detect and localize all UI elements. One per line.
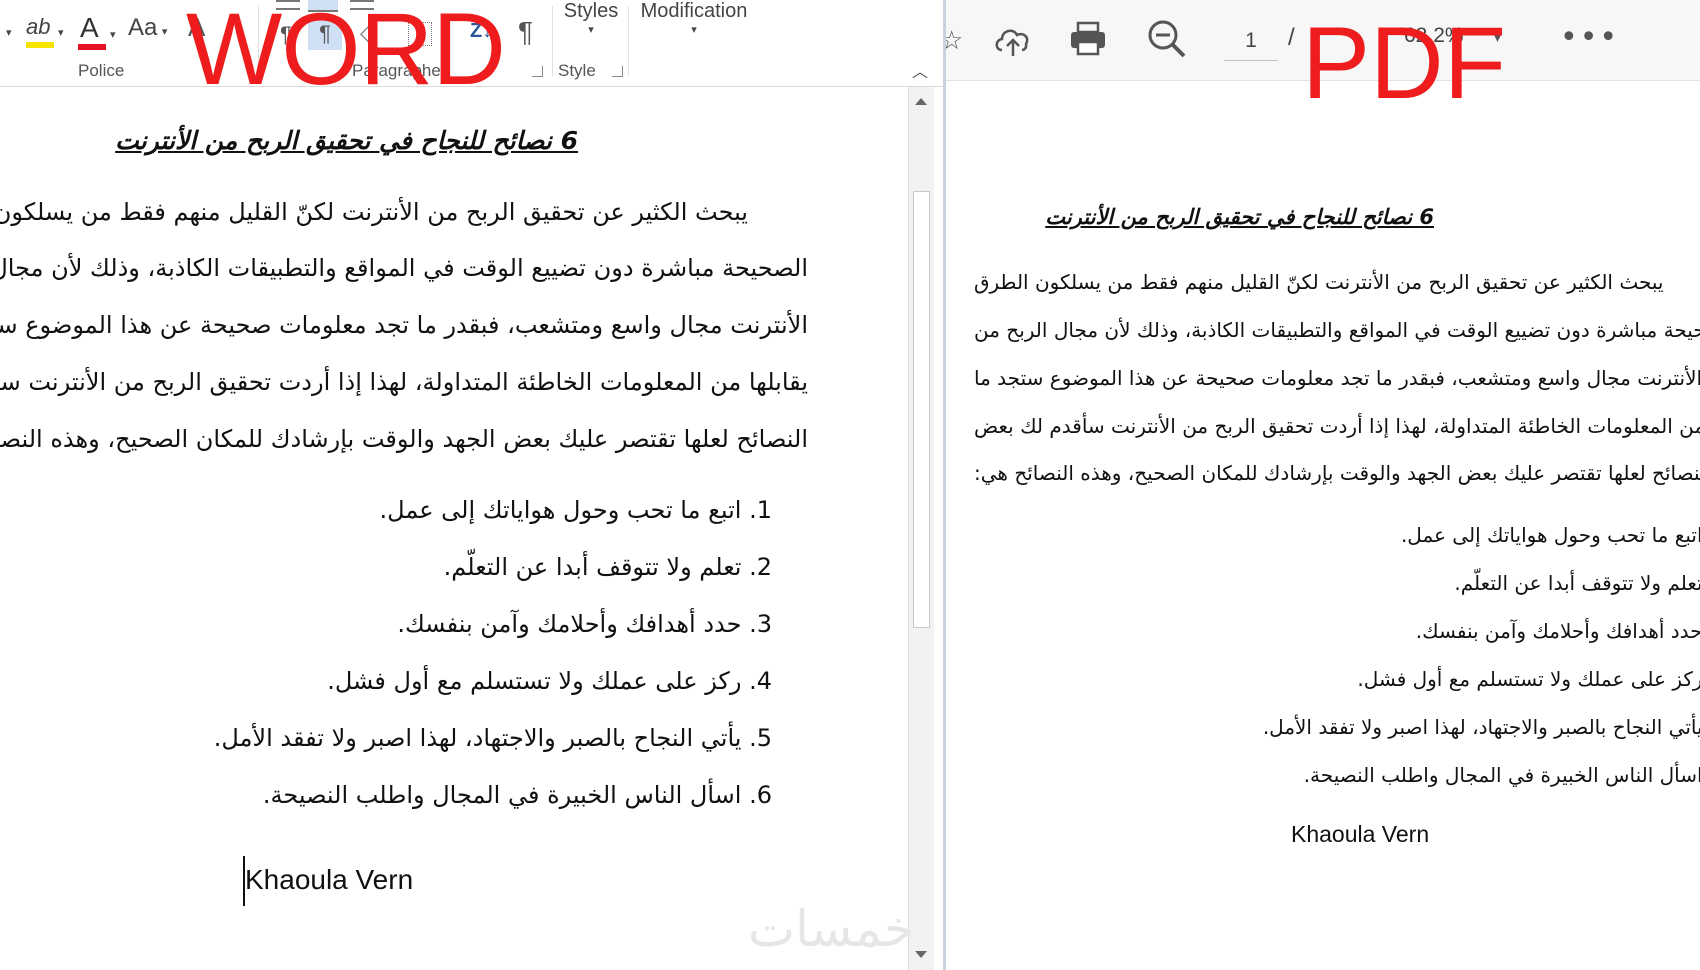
list-item: 2. تعلم ولا تتوقف أبدا عن التعلّم. [443, 553, 772, 581]
dropdown-arrow-icon: ▾ [110, 29, 116, 41]
paragraph-line: يقابلها من المعلومات الخاطئة المتداولة، … [974, 414, 1700, 438]
scroll-down-icon[interactable] [915, 951, 927, 958]
signature: Khaoula Vern [245, 864, 414, 895]
font-color-button[interactable]: A ▾ [76, 12, 120, 52]
style-group-label: Style [558, 61, 596, 80]
font-color-icon: A [80, 12, 99, 43]
paragraph-line: الأنترنت مجال واسع ومتشعب، فبقدر ما تجد … [974, 366, 1700, 390]
editing-button[interactable]: Modification ▾ [634, 0, 754, 46]
dropdown-arrow-icon: ▾ [588, 24, 594, 36]
paragraph-line: يبحث الكثير عن تحقيق الربح من الأنترنت ل… [0, 198, 748, 226]
highlighter-icon: ab [26, 14, 51, 39]
scroll-up-icon[interactable] [915, 98, 927, 105]
ribbon-separator [628, 6, 629, 76]
more-options-icon[interactable]: ••• [1560, 20, 1619, 55]
paragraph-line: النصائح لعلها تقتصر عليك بعض الجهد والوق… [0, 425, 808, 453]
dropdown-arrow-icon: ▾ [58, 27, 64, 39]
cloud-upload-icon[interactable] [992, 20, 1034, 58]
styles-button[interactable]: Styles ▾ [562, 0, 620, 46]
list-item: 6. اسأل الناس الخبيرة في المجال واطلب ال… [262, 781, 772, 809]
dropdown-arrow-icon: ▾ [161, 26, 168, 38]
show-paragraph-marks-icon[interactable]: ¶ [518, 16, 533, 48]
page-number-input[interactable]: 1 [1224, 22, 1278, 61]
signature: Khaoula Vern [1291, 821, 1430, 847]
paragraph-line: يقابلها من المعلومات الخاطئة المتداولة، … [0, 368, 808, 396]
styles-button-label: Styles [563, 0, 619, 22]
style-dialog-launcher-icon[interactable] [612, 66, 623, 77]
word-overlay-label: WORD [186, 0, 506, 106]
change-case-button[interactable]: Aa ▾ [128, 14, 178, 50]
font-color-bar [78, 44, 106, 50]
paragraph-dialog-launcher-icon[interactable] [532, 66, 543, 77]
text-highlight-color-button[interactable]: ▾ ab ▾ [6, 14, 66, 50]
paragraph-line: الصحيحة مباشرة دون تضييع الوقت في المواق… [974, 318, 1700, 342]
vertical-scrollbar[interactable] [908, 87, 934, 970]
word-panel: ▾ ab ▾ A ▾ Aa ▾ A Police ¶ ¶ ◇ Z↓ ¶ Para… [0, 0, 943, 970]
document-title: 6 نصائح للنجاح في تحقيق الربح من الأنترن… [1045, 205, 1434, 229]
editing-button-label: Modification [640, 0, 748, 22]
paragraph-line: النصائح لعلها تقتصر عليك بعض الجهد والوق… [974, 461, 1700, 485]
paragraph-line: الأنترنت مجال واسع ومتشعب، فبقدر ما تجد … [0, 311, 808, 339]
list-item: 6. اسأل الناس الخبيرة في المجال واطلب ال… [1303, 763, 1700, 787]
word-ribbon: ▾ ab ▾ A ▾ Aa ▾ A Police ¶ ¶ ◇ Z↓ ¶ Para… [0, 0, 943, 100]
scrollbar-thumb[interactable] [913, 191, 930, 628]
list-item: 4. ركز على عملك ولا تستسلم مع أول فشل. [1357, 667, 1700, 691]
list-item: 3. حدد أهدافك وأحلامك وآمن بنفسك. [397, 610, 772, 638]
paragraph-line: يبحث الكثير عن تحقيق الربح من الأنترنت ل… [974, 270, 1664, 294]
paragraph-line: الصحيحة مباشرة دون تضييع الوقت في المواق… [0, 254, 808, 282]
bookmark-icon[interactable]: ☆ [946, 26, 963, 56]
word-document-page[interactable]: 6 نصائح للنجاح في تحقيق الربح من الأنترن… [0, 87, 908, 970]
list-item: 2. تعلم ولا تتوقف أبدا عن التعلّم. [1454, 571, 1700, 595]
list-item: 1. اتبع ما تحب وحول هواياتك إلى عمل. [379, 496, 772, 524]
print-icon[interactable] [1068, 20, 1108, 58]
list-item: 5. يأتي النجاح بالصبر والاجتهاد، لهذا اص… [213, 724, 772, 752]
dropdown-arrow-icon: ▾ [691, 24, 697, 36]
dropdown-arrow-icon: ▾ [6, 27, 12, 39]
page-separator: / [1288, 24, 1295, 51]
highlight-color-bar [26, 42, 54, 48]
list-item: 3. حدد أهدافك وأحلامك وآمن بنفسك. [1415, 619, 1700, 643]
change-case-label: Aa [128, 14, 158, 41]
ribbon-separator [552, 6, 553, 76]
watermark-logo: خمسات [748, 900, 915, 958]
pdf-overlay-label: PDF [1302, 6, 1506, 120]
collapse-ribbon-icon[interactable]: ︿ [912, 58, 928, 82]
list-item: 1. اتبع ما تحب وحول هواياتك إلى عمل. [1400, 523, 1700, 547]
zoom-out-icon[interactable] [1146, 18, 1188, 60]
font-group-label: Police [78, 61, 125, 80]
pdf-panel: ☆ 1 / 62,2% ▾ ••• PDF 6 نصائح للنجاح في … [946, 0, 1700, 970]
document-title: 6 نصائح للنجاح في تحقيق الربح من الأنترن… [115, 126, 578, 155]
list-item: 5. يأتي النجاح بالصبر والاجتهاد، لهذا اص… [1262, 715, 1700, 739]
list-item: 4. ركز على عملك ولا تستسلم مع أول فشل. [327, 667, 772, 695]
